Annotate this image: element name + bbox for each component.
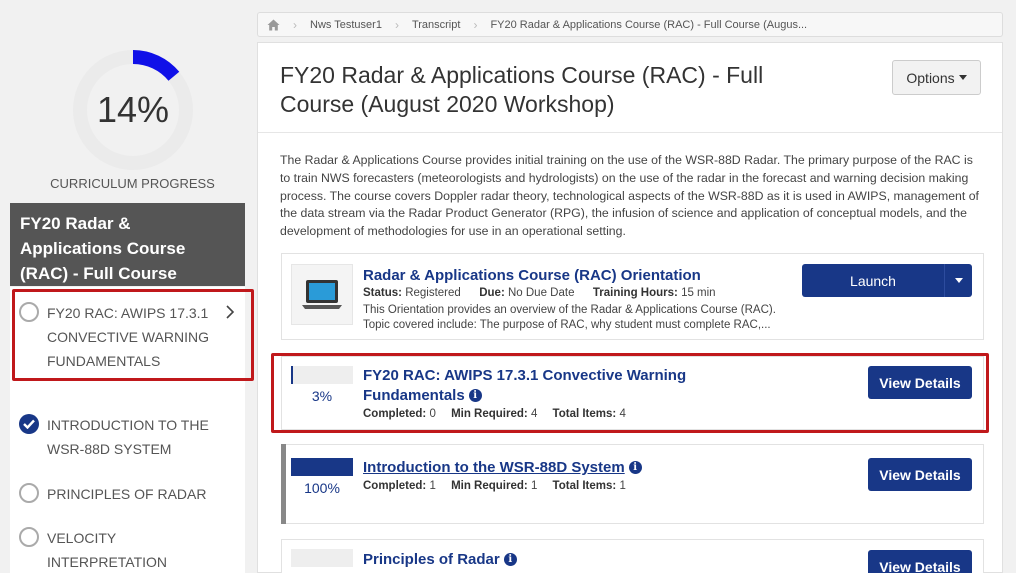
info-icon[interactable]: i xyxy=(503,553,517,566)
orientation-meta: Status: Registered Due: No Due Date Trai… xyxy=(363,287,716,299)
breadcrumb: › Nws Testuser1 › Transcript › FY20 Rada… xyxy=(257,12,1003,37)
orientation-title[interactable]: Radar & Applications Course (RAC) Orient… xyxy=(363,266,701,286)
status-value: Registered xyxy=(405,287,461,299)
sidebar-item-velocity[interactable]: Velocity Interpretation xyxy=(10,526,245,573)
course-header: FY20 Radar & Applications Course (RAC) -… xyxy=(258,43,1002,133)
breadcrumb-separator: › xyxy=(293,17,297,32)
incomplete-circle-icon xyxy=(19,483,39,503)
page-title: FY20 Radar & Applications Course (RAC) -… xyxy=(280,62,764,117)
highlight-box-module xyxy=(271,353,989,433)
options-label: Options xyxy=(906,69,955,86)
due-value: No Due Date xyxy=(507,287,575,299)
curriculum-title: FY20 Radar & Applications Course (RAC) -… xyxy=(10,203,245,308)
due-label: Due: xyxy=(479,287,505,299)
module-progress-bar xyxy=(291,458,353,476)
orientation-description: This Orientation provides an overview of… xyxy=(363,304,776,331)
progress-label: CURRICULUM PROGRESS xyxy=(50,176,215,191)
course-description: The Radar & Applications Course provides… xyxy=(280,153,979,239)
sidebar-item-label: Principles of Radar xyxy=(47,486,207,502)
module-item-introduction: 100% Introduction to the WSR-88D System i… xyxy=(281,444,984,524)
module-title[interactable]: Principles of Radar i xyxy=(363,550,517,570)
check-icon xyxy=(19,414,39,434)
curriculum-progress-ring: 14% xyxy=(71,48,195,172)
completed-accent-bar xyxy=(281,444,286,524)
view-details-button[interactable]: View Details xyxy=(868,550,972,573)
caret-down-icon xyxy=(958,75,967,80)
sidebar-item-label: Introduction to the WSR-88D System xyxy=(47,417,209,457)
sidebar-item-label: Velocity Interpretation xyxy=(47,530,168,570)
highlight-box-sidebar xyxy=(12,289,254,381)
breadcrumb-user[interactable]: Nws Testuser1 xyxy=(302,19,390,31)
laptop-icon xyxy=(291,264,353,325)
module-item-principles: Principles of Radar i View Details xyxy=(281,539,984,573)
breadcrumb-transcript[interactable]: Transcript xyxy=(404,19,469,31)
caret-down-icon xyxy=(954,278,963,283)
sidebar: 14% CURRICULUM PROGRESS FY20 Radar & App… xyxy=(0,0,265,573)
breadcrumb-separator: › xyxy=(394,17,399,32)
breadcrumb-current: FY20 Radar & Applications Course (RAC) -… xyxy=(490,18,808,31)
training-hours-value: 15 min xyxy=(681,287,716,299)
sidebar-item-principles[interactable]: Principles of Radar xyxy=(10,482,245,506)
launch-label: Launch xyxy=(850,272,896,289)
status-label: Status: xyxy=(363,287,402,299)
view-details-button[interactable]: View Details xyxy=(868,458,972,491)
home-icon[interactable] xyxy=(258,19,288,31)
module-progress-percent: 100% xyxy=(304,480,340,496)
orientation-item: Radar & Applications Course (RAC) Orient… xyxy=(281,253,984,340)
progress-percent-text: 14% xyxy=(96,89,170,130)
sidebar-item-introduction[interactable]: Introduction to the WSR-88D System xyxy=(10,413,245,461)
module-title[interactable]: Introduction to the WSR-88D System i xyxy=(363,458,642,478)
training-hours-label: Training Hours: xyxy=(592,287,678,299)
launch-dropdown-toggle[interactable] xyxy=(944,264,972,297)
info-icon[interactable]: i xyxy=(628,461,642,474)
options-button[interactable]: Options xyxy=(892,60,981,95)
breadcrumb-separator: › xyxy=(473,17,478,32)
module-progress-fill xyxy=(291,458,353,476)
module-meta: Completed: 1 Min Required: 1 Total Items… xyxy=(363,480,626,492)
launch-button[interactable]: Launch xyxy=(802,264,972,297)
incomplete-circle-icon xyxy=(19,527,39,547)
course-card: FY20 Radar & Applications Course (RAC) -… xyxy=(257,42,1003,573)
module-progress-bar xyxy=(291,549,353,567)
